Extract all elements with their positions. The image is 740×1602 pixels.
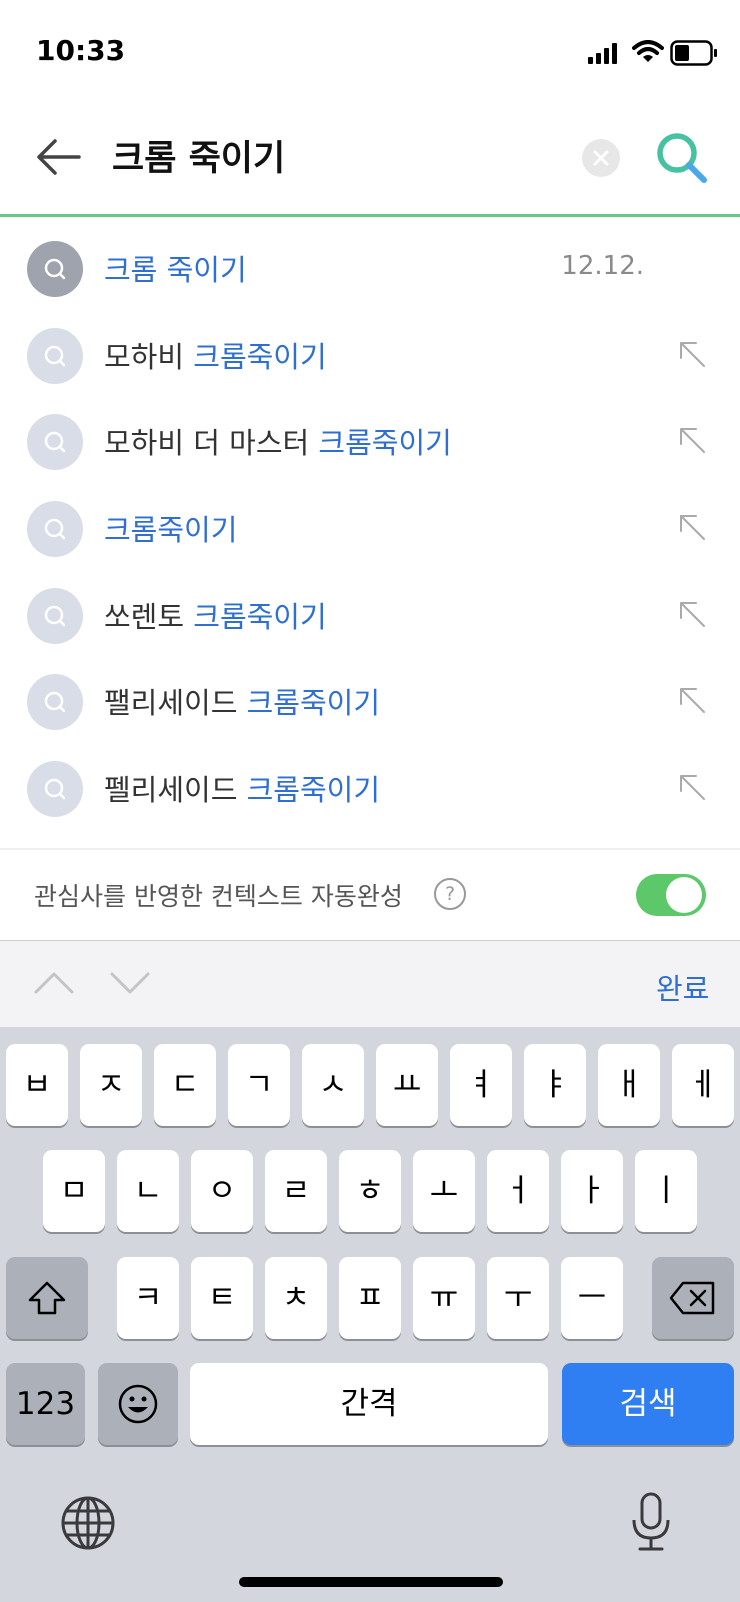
done-button[interactable]: 완료	[656, 966, 709, 1008]
search-underline	[0, 214, 740, 217]
suggestion-search-icon	[27, 588, 83, 644]
key-ㅏ[interactable]: ㅏ	[561, 1150, 623, 1232]
suggestion-text: 펠리세이드 크롬죽이기	[104, 767, 380, 809]
status-time: 10:33	[36, 34, 126, 67]
suggestion-search-icon	[27, 501, 83, 557]
back-arrow-icon	[37, 139, 81, 175]
key-ㅊ[interactable]: ㅊ	[265, 1257, 327, 1339]
suggestion-search-icon	[27, 414, 83, 470]
key-ㅛ[interactable]: ㅛ	[376, 1044, 438, 1126]
fill-arrow-icon[interactable]	[678, 773, 708, 803]
key-ㅔ[interactable]: ㅔ	[672, 1044, 734, 1126]
suggestion-item[interactable]: 펠리세이드 크롬죽이기	[0, 747, 740, 834]
fill-arrow-icon[interactable]	[678, 426, 708, 456]
search-icon	[657, 133, 707, 183]
wifi-icon	[632, 40, 664, 62]
suggestion-search-icon	[27, 674, 83, 730]
key-ㅌ[interactable]: ㅌ	[191, 1257, 253, 1339]
key-ㅑ[interactable]: ㅑ	[524, 1044, 586, 1126]
backspace-icon	[669, 1281, 715, 1315]
fill-arrow-icon[interactable]	[678, 600, 708, 630]
battery-icon	[670, 40, 717, 66]
emoji-key[interactable]	[98, 1363, 178, 1445]
key-ㅣ[interactable]: ㅣ	[635, 1150, 697, 1232]
suggestion-highlight-text: 크롬죽이기	[246, 686, 381, 720]
suggestion-highlight-text: 크롬죽이기	[246, 773, 381, 807]
toggle-knob	[666, 877, 702, 913]
key-ㄴ[interactable]: ㄴ	[117, 1150, 179, 1232]
key-ㅅ[interactable]: ㅅ	[302, 1044, 364, 1126]
key-ㅈ[interactable]: ㅈ	[80, 1044, 142, 1126]
suggestion-item[interactable]: 모하비 크롬죽이기	[0, 314, 740, 401]
suggestion-highlight-text: 크롬죽이기	[318, 426, 452, 460]
suggestion-plain-text: 모하비 더 마스터	[104, 426, 319, 460]
suggestion-highlight-text: 크롬죽이기	[193, 340, 327, 374]
key-ㅠ[interactable]: ㅠ	[413, 1257, 475, 1339]
next-field-icon[interactable]	[108, 968, 152, 998]
key-ㅎ[interactable]: ㅎ	[339, 1150, 401, 1232]
clear-icon	[593, 150, 609, 166]
search-button[interactable]	[654, 130, 710, 186]
search-query[interactable]: 크롬 죽이기	[112, 130, 285, 181]
suggestion-item[interactable]: 쏘렌토 크롬죽이기	[0, 574, 740, 661]
backspace-key[interactable]	[652, 1257, 734, 1339]
suggestion-text: 크롬죽이기	[104, 507, 237, 549]
suggestion-item[interactable]: 모하비 더 마스터 크롬죽이기	[0, 400, 740, 487]
back-button[interactable]	[28, 132, 88, 182]
key-ㅐ[interactable]: ㅐ	[598, 1044, 660, 1126]
suggestion-text: 쏘렌토 크롬죽이기	[104, 594, 327, 636]
suggestion-highlight-text: 크롬죽이기	[193, 600, 327, 634]
recent-search-date: 12.12.	[561, 251, 644, 281]
key-ㅇ[interactable]: ㅇ	[191, 1150, 253, 1232]
suggestion-item[interactable]: 팰리세이드 크롬죽이기	[0, 660, 740, 747]
clear-button[interactable]	[582, 139, 620, 177]
suggestion-text: 팰리세이드 크롬죽이기	[104, 680, 380, 722]
key-ㅋ[interactable]: ㅋ	[117, 1257, 179, 1339]
previous-field-icon[interactable]	[32, 968, 76, 998]
numbers-key[interactable]: 123	[6, 1363, 85, 1445]
suggestion-search-icon	[27, 328, 83, 384]
recent-search-icon	[27, 241, 83, 297]
suggestion-search-icon	[27, 761, 83, 817]
fill-arrow-icon[interactable]	[678, 513, 708, 543]
shift-key[interactable]	[6, 1257, 88, 1339]
suggestion-highlight-text: 크롬죽이기	[104, 513, 238, 547]
key-ㄹ[interactable]: ㄹ	[265, 1150, 327, 1232]
context-autocomplete-label: 관심사를 반영한 컨텍스트 자동완성	[34, 882, 403, 911]
suggestion-text: 모하비 더 마스터 크롬죽이기	[104, 420, 452, 462]
key-ㅜ[interactable]: ㅜ	[487, 1257, 549, 1339]
context-autocomplete-toggle[interactable]	[636, 874, 706, 916]
key-ㅡ[interactable]: ㅡ	[561, 1257, 623, 1339]
fill-arrow-icon[interactable]	[678, 686, 708, 716]
suggestion-plain-text: 팰리세이드	[104, 686, 247, 720]
suggestion-text: 크롬 죽이기	[104, 247, 247, 289]
suggestion-plain-text: 쏘렌토	[104, 600, 194, 634]
suggestion-highlight-text: 크롬 죽이기	[104, 253, 247, 287]
microphone-icon[interactable]	[630, 1492, 672, 1552]
key-ㅂ[interactable]: ㅂ	[6, 1044, 68, 1126]
globe-icon[interactable]	[60, 1495, 116, 1551]
key-ㅓ[interactable]: ㅓ	[487, 1150, 549, 1232]
home-indicator	[239, 1577, 503, 1587]
space-key[interactable]: 간격	[190, 1363, 548, 1445]
emoji-icon	[118, 1384, 158, 1424]
key-ㄱ[interactable]: ㄱ	[228, 1044, 290, 1126]
key-ㅗ[interactable]: ㅗ	[413, 1150, 475, 1232]
key-ㄷ[interactable]: ㄷ	[154, 1044, 216, 1126]
key-ㅍ[interactable]: ㅍ	[339, 1257, 401, 1339]
recent-search-item[interactable]: 크롬 죽이기 12.12.	[0, 227, 740, 314]
key-ㅕ[interactable]: ㅕ	[450, 1044, 512, 1126]
cellular-signal-icon	[588, 42, 622, 64]
shift-icon	[28, 1281, 66, 1315]
suggestion-text: 모하비 크롬죽이기	[104, 334, 327, 376]
suggestion-item[interactable]: 크롬죽이기	[0, 487, 740, 574]
fill-arrow-icon[interactable]	[678, 340, 708, 370]
section-divider	[0, 848, 740, 850]
help-icon[interactable]: ?	[434, 878, 466, 910]
suggestion-plain-text: 모하비	[104, 340, 194, 374]
suggestion-plain-text: 펠리세이드	[104, 773, 247, 807]
key-ㅁ[interactable]: ㅁ	[43, 1150, 105, 1232]
search-key[interactable]: 검색	[562, 1363, 734, 1445]
